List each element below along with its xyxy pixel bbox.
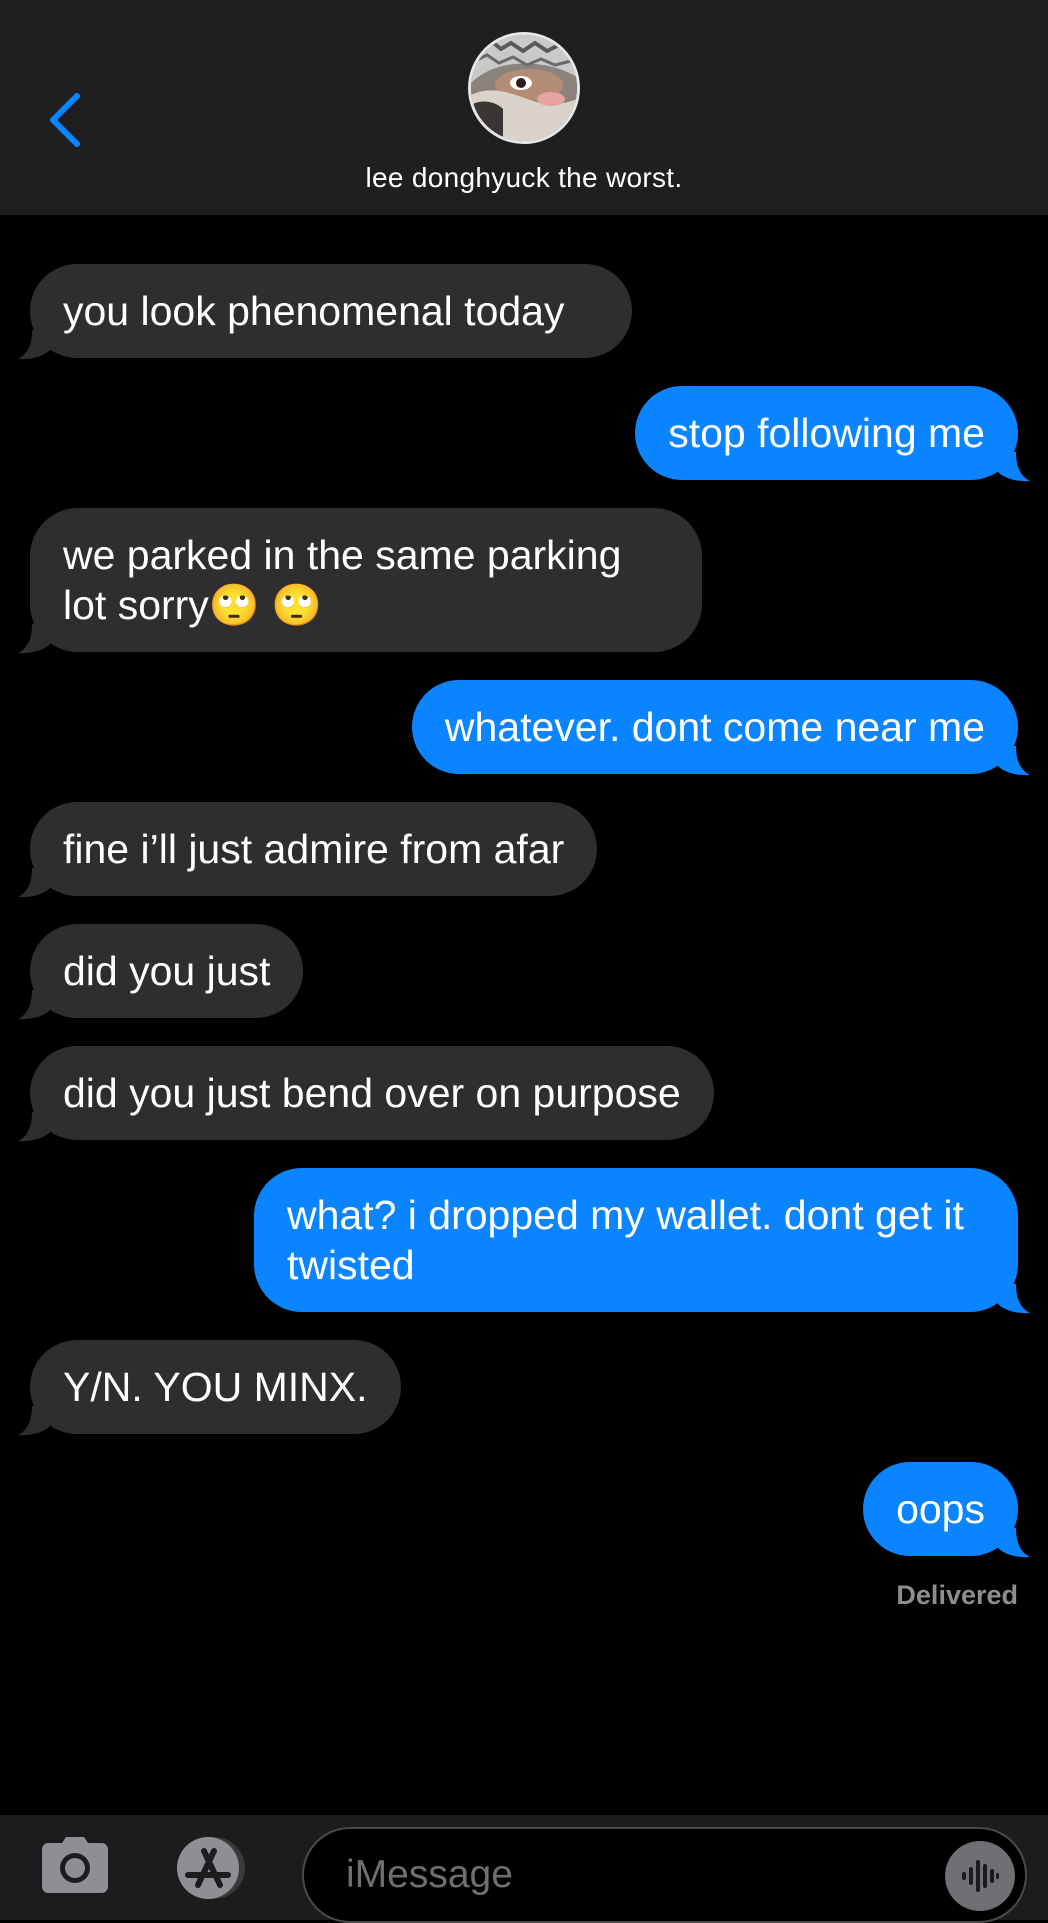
bubble-tail — [18, 1112, 50, 1142]
imessage-input-field[interactable] — [302, 1827, 1027, 1923]
app-store-icon — [177, 1837, 245, 1899]
message-bubble-outgoing[interactable]: whatever. dont come near me — [411, 680, 1030, 776]
avatar[interactable] — [468, 32, 580, 144]
bubble-tail — [998, 746, 1030, 776]
message-bubble-incoming[interactable]: fine i’ll just admire from afar — [18, 802, 598, 898]
message-bubble-outgoing[interactable]: stop following me — [635, 386, 1030, 482]
bubble-tail — [998, 452, 1030, 482]
camera-button[interactable] — [42, 1837, 108, 1893]
message-text: you look phenomenal today — [63, 288, 565, 334]
delivered-status: Delivered — [896, 1580, 1018, 1610]
bubble-tail — [18, 990, 50, 1020]
message-bubble-incoming[interactable]: did you just — [18, 924, 304, 1020]
message-bubble-incoming[interactable]: did you just bend over on purpose — [18, 1046, 714, 1142]
message-input[interactable] — [344, 1849, 908, 1901]
bubble-tail — [18, 624, 50, 654]
message-text: fine i’ll just admire from afar — [63, 826, 565, 872]
message-bubble-incoming[interactable]: Y/N. YOU MINX. — [18, 1340, 401, 1436]
message-text: did you just — [63, 948, 271, 994]
message-text: what? i dropped my wallet. dont get it t… — [287, 1192, 964, 1288]
message-bubble-incoming[interactable]: you look phenomenal today — [18, 264, 632, 360]
message-bubble-outgoing[interactable]: what? i dropped my wallet. dont get it t… — [254, 1168, 1030, 1314]
message-text: whatever. dont come near me — [444, 704, 985, 750]
contact-photo — [471, 35, 577, 141]
camera-icon — [42, 1837, 108, 1893]
bubble-tail — [18, 1406, 50, 1436]
compose-bar — [0, 1815, 1048, 1923]
contact-name[interactable]: lee donghyuck the worst. — [0, 162, 1048, 194]
app-store-button[interactable] — [168, 1835, 256, 1901]
message-text: oops — [896, 1486, 985, 1532]
audio-waveform-icon — [962, 1860, 999, 1892]
conversation-header: lee donghyuck the worst. — [0, 0, 1048, 215]
back-button[interactable] — [40, 88, 88, 152]
message-bubble-outgoing[interactable]: oops — [863, 1462, 1030, 1558]
message-text: stop following me — [668, 410, 985, 456]
message-text: Y/N. YOU MINX. — [63, 1364, 368, 1410]
message-bubble-incoming[interactable]: we parked in the same parking lot sorry🙄… — [18, 508, 702, 654]
bubble-tail — [18, 868, 50, 898]
audio-record-button[interactable] — [945, 1841, 1015, 1911]
message-text: we parked in the same parking lot sorry🙄… — [63, 532, 622, 628]
chevron-left-icon — [50, 93, 80, 147]
message-text: did you just bend over on purpose — [63, 1070, 681, 1116]
bubble-tail — [18, 330, 50, 360]
bubble-tail — [998, 1284, 1030, 1314]
bubble-tail — [998, 1528, 1030, 1558]
